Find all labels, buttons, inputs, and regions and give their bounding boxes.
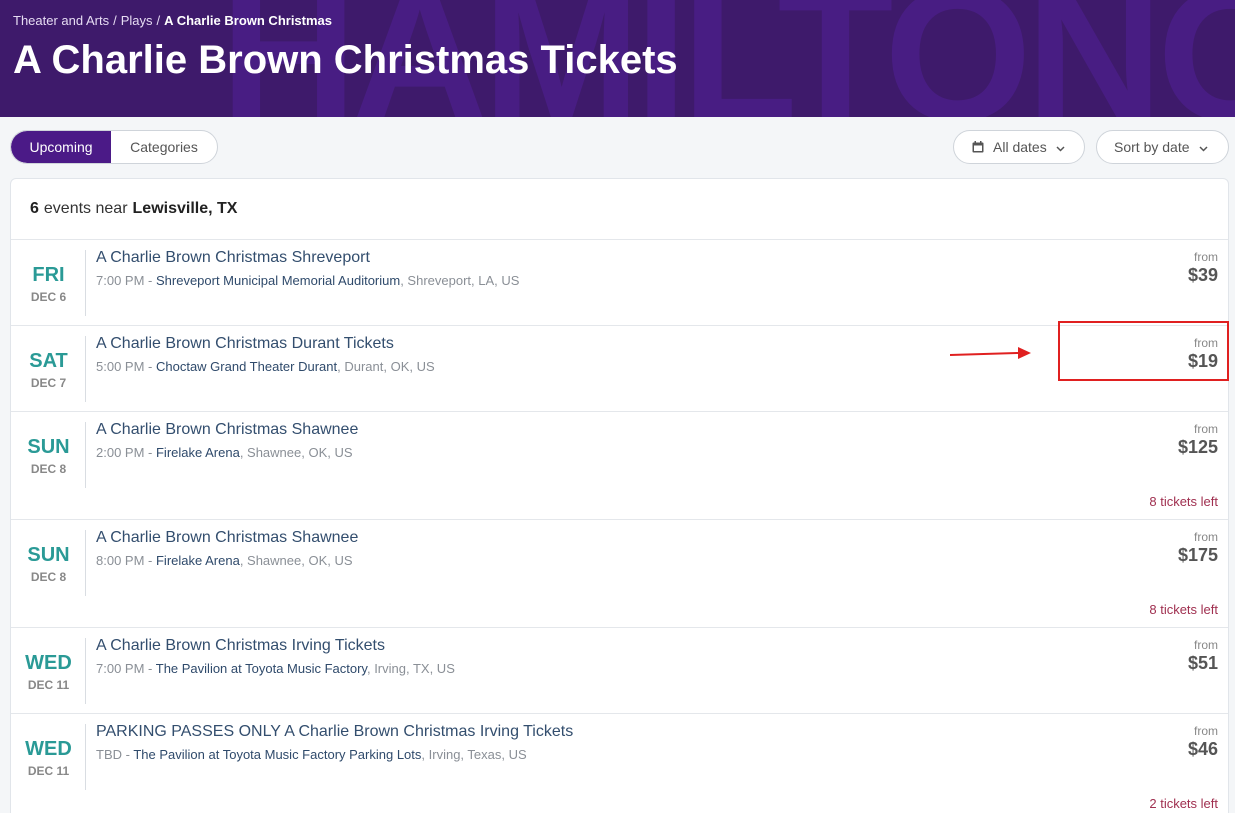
price-value: $51: [1187, 653, 1218, 673]
event-place: , Shreveport, LA, US: [400, 273, 520, 288]
event-row[interactable]: SUN DEC 8 A Charlie Brown Christmas Shaw…: [11, 412, 1228, 520]
breadcrumb: Theater and Arts / Plays / A Charlie Brown C…: [13, 13, 332, 28]
price-from-label: from: [1194, 250, 1218, 264]
event-day-of-month: DEC 7: [30, 376, 67, 390]
event-venue[interactable]: Choctaw Grand Theater Durant: [156, 359, 337, 374]
event-title[interactable]: PARKING PASSES ONLY A Charlie Brown Chri…: [96, 723, 573, 741]
event-venue[interactable]: Firelake Arena: [156, 445, 240, 460]
tickets-left: 2 tickets left: [1149, 796, 1218, 811]
event-price[interactable]: from $175: [1178, 530, 1218, 566]
dates-filter-button[interactable]: All dates: [953, 130, 1085, 164]
event-title[interactable]: A Charlie Brown Christmas Shawnee: [96, 529, 358, 547]
event-row[interactable]: WED DEC 11 A Charlie Brown Christmas Irv…: [11, 628, 1228, 714]
event-meta: 8:00 PM - Firelake Arena, Shawnee, OK, U…: [96, 553, 353, 568]
event-date: WED DEC 11: [11, 638, 86, 704]
event-day-of-month: DEC 8: [30, 462, 67, 476]
breadcrumb-current: A Charlie Brown Christmas: [164, 13, 333, 28]
event-day-of-week: FRI: [32, 264, 65, 286]
event-meta: TBD - The Pavilion at Toyota Music Facto…: [96, 747, 527, 762]
tickets-left: 8 tickets left: [1149, 494, 1218, 509]
event-time: 5:00 PM -: [96, 359, 153, 374]
event-day-of-month: DEC 11: [27, 678, 70, 692]
event-date: SUN DEC 8: [11, 530, 86, 596]
chevron-down-icon: [1198, 139, 1208, 155]
event-meta: 5:00 PM - Choctaw Grand Theater Durant, …: [96, 359, 435, 374]
tab-categories[interactable]: Categories: [111, 131, 217, 163]
event-venue[interactable]: Firelake Arena: [156, 553, 240, 568]
event-count-text: events near: [43, 200, 128, 217]
event-time: 7:00 PM -: [96, 273, 153, 288]
event-day-of-month: DEC 11: [27, 764, 70, 778]
price-from-label: from: [1194, 530, 1218, 544]
event-meta: 7:00 PM - Shreveport Municipal Memorial …: [96, 273, 519, 288]
dates-filter-label: All dates: [993, 139, 1047, 155]
annotation-highlight-box: [1058, 321, 1229, 381]
event-place: , Shawnee, OK, US: [239, 553, 353, 568]
calendar-icon: [972, 141, 984, 153]
event-time: 2:00 PM -: [96, 445, 153, 460]
event-place: , Shawnee, OK, US: [239, 445, 353, 460]
hero-banner: HAMILTONOW Theater and Arts/Plays/A Char…: [0, 0, 1235, 117]
tab-upcoming[interactable]: Upcoming: [11, 131, 111, 163]
event-day-of-week: SAT: [29, 350, 68, 372]
event-date: WED DEC 11: [11, 724, 86, 790]
event-day-of-week: WED: [25, 738, 72, 760]
event-meta: 2:00 PM - Firelake Arena, Shawnee, OK, U…: [96, 445, 353, 460]
event-venue[interactable]: Shreveport Municipal Memorial Auditorium: [156, 273, 400, 288]
price-value: $46: [1187, 739, 1218, 759]
price-value: $175: [1177, 545, 1218, 565]
event-time: TBD -: [96, 747, 130, 762]
event-place: , Irving, TX, US: [366, 661, 455, 676]
event-title[interactable]: A Charlie Brown Christmas Shreveport: [96, 249, 370, 267]
price-value: $39: [1187, 265, 1218, 285]
sort-button[interactable]: Sort by date: [1096, 130, 1229, 164]
event-day-of-month: DEC 8: [30, 570, 67, 584]
page-title: A Charlie Brown Christmas Tickets: [13, 38, 678, 82]
event-price[interactable]: from $46: [1188, 724, 1218, 760]
event-location: Lewisville, TX: [132, 200, 238, 217]
event-time: 7:00 PM -: [96, 661, 153, 676]
event-venue[interactable]: The Pavilion at Toyota Music Factory: [156, 661, 367, 676]
sort-label: Sort by date: [1114, 139, 1190, 155]
price-value: $125: [1177, 437, 1218, 457]
event-row[interactable]: SUN DEC 8 A Charlie Brown Christmas Shaw…: [11, 520, 1228, 628]
event-place: , Irving, Texas, US: [421, 747, 527, 762]
breadcrumb-separator: /: [113, 13, 117, 28]
tickets-left: 8 tickets left: [1149, 602, 1218, 617]
event-price[interactable]: from $125: [1178, 422, 1218, 458]
event-place: , Durant, OK, US: [337, 359, 435, 374]
event-date: SAT DEC 7: [11, 336, 86, 402]
event-title[interactable]: A Charlie Brown Christmas Shawnee: [96, 421, 358, 439]
event-date: SUN DEC 8: [11, 422, 86, 488]
price-from-label: from: [1194, 422, 1218, 436]
event-price[interactable]: from $39: [1188, 250, 1218, 286]
event-price[interactable]: from $51: [1188, 638, 1218, 674]
breadcrumb-plays[interactable]: Plays: [121, 13, 153, 28]
event-time: 8:00 PM -: [96, 553, 153, 568]
event-day-of-week: WED: [25, 652, 72, 674]
breadcrumb-theater-arts[interactable]: Theater and Arts: [13, 13, 109, 28]
event-day-of-week: SUN: [27, 436, 70, 458]
price-from-label: from: [1194, 724, 1218, 738]
annotation-arrow-icon: [949, 346, 1032, 365]
event-count-number: 6: [30, 200, 39, 217]
event-row[interactable]: WED DEC 11 PARKING PASSES ONLY A Charlie…: [11, 714, 1228, 813]
event-meta: 7:00 PM - The Pavilion at Toyota Music F…: [96, 661, 455, 676]
event-count: 6 events near Lewisville, TX: [11, 179, 1228, 240]
event-venue[interactable]: The Pavilion at Toyota Music Factory Par…: [133, 747, 421, 762]
view-tabs: Upcoming Categories: [10, 130, 218, 164]
chevron-down-icon: [1056, 139, 1065, 155]
event-date: FRI DEC 6: [11, 250, 86, 316]
price-from-label: from: [1194, 638, 1218, 652]
event-row[interactable]: SAT DEC 7 A Charlie Brown Christmas Dura…: [11, 326, 1228, 412]
events-panel: 6 events near Lewisville, TX FRI DEC 6 A C…: [10, 178, 1229, 813]
event-title[interactable]: A Charlie Brown Christmas Irving Tickets: [96, 637, 385, 655]
event-day-of-week: SUN: [27, 544, 70, 566]
breadcrumb-separator: /: [156, 13, 161, 28]
event-title[interactable]: A Charlie Brown Christmas Durant Tickets: [96, 335, 394, 353]
event-day-of-month: DEC 6: [30, 290, 67, 304]
event-row[interactable]: FRI DEC 6 A Charlie Brown Christmas Shre…: [11, 240, 1228, 326]
